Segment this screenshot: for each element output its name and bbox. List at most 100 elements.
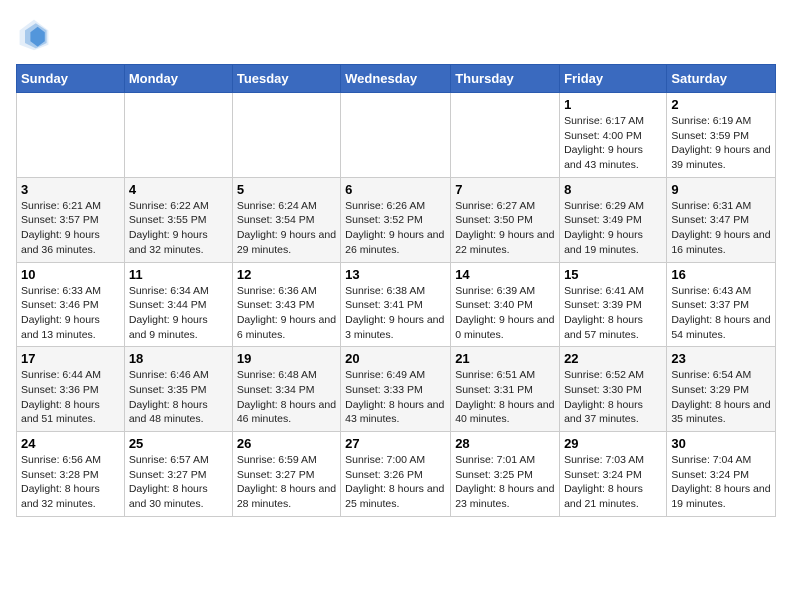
- calendar-cell: 28Sunrise: 7:01 AMSunset: 3:25 PMDayligh…: [451, 432, 560, 517]
- day-info: Sunrise: 6:49 AMSunset: 3:33 PMDaylight:…: [345, 368, 446, 427]
- calendar-cell: 14 Sunrise: 6:39 AMSunset: 3:40 PMDayligh…: [451, 262, 560, 347]
- day-info: Sunrise: 6:29 AMSunset: 3:49 PMDaylight:…: [564, 199, 662, 258]
- calendar-cell: [451, 93, 560, 178]
- day-number: 28: [455, 436, 555, 451]
- day-number: 15: [564, 267, 662, 282]
- calendar-week-1: 1 Sunrise: 6:17 AMSunset: 4:00 PMDaylight…: [17, 93, 776, 178]
- calendar-cell: [124, 93, 232, 178]
- day-info: Sunrise: 6:54 AMSunset: 3:29 PMDaylight:…: [671, 368, 771, 427]
- calendar-week-5: 24Sunrise: 6:56 AMSunset: 3:28 PMDayligh…: [17, 432, 776, 517]
- day-number: 6: [345, 182, 446, 197]
- day-number: 3: [21, 182, 120, 197]
- day-number: 18: [129, 351, 228, 366]
- day-number: 22: [564, 351, 662, 366]
- calendar-cell: 11 Sunrise: 6:34 AMSunset: 3:44 PMDayligh…: [124, 262, 232, 347]
- header-saturday: Saturday: [667, 65, 776, 93]
- calendar-week-4: 17 Sunrise: 6:44 AMSunset: 3:36 PMDayligh…: [17, 347, 776, 432]
- calendar-cell: 20 Sunrise: 6:49 AMSunset: 3:33 PMDayligh…: [341, 347, 451, 432]
- day-number: 8: [564, 182, 662, 197]
- day-number: 5: [237, 182, 336, 197]
- calendar-cell: 4Sunrise: 6:22 AMSunset: 3:55 PMDaylight…: [124, 177, 232, 262]
- day-info: Sunrise: 6:44 AMSunset: 3:36 PMDaylight:…: [21, 368, 120, 427]
- day-number: 23: [671, 351, 771, 366]
- day-info: Sunrise: 6:36 AMSunset: 3:43 PMDaylight:…: [237, 284, 336, 343]
- day-info: Sunrise: 6:34 AMSunset: 3:44 PMDaylight:…: [129, 284, 228, 343]
- page-header: [16, 16, 776, 52]
- day-number: 12: [237, 267, 336, 282]
- logo-icon: [16, 16, 52, 52]
- calendar-cell: 21 Sunrise: 6:51 AMSunset: 3:31 PMDayligh…: [451, 347, 560, 432]
- calendar-cell: 2 Sunrise: 6:19 AMSunset: 3:59 PMDaylight…: [667, 93, 776, 178]
- calendar-header-row: SundayMondayTuesdayWednesdayThursdayFrid…: [17, 65, 776, 93]
- day-number: 14: [455, 267, 555, 282]
- calendar-cell: 17 Sunrise: 6:44 AMSunset: 3:36 PMDayligh…: [17, 347, 125, 432]
- day-info: Sunrise: 6:38 AMSunset: 3:41 PMDaylight:…: [345, 284, 446, 343]
- day-number: 2: [671, 97, 771, 112]
- day-number: 1: [564, 97, 662, 112]
- calendar-cell: [232, 93, 340, 178]
- day-info: Sunrise: 6:31 AMSunset: 3:47 PMDaylight:…: [671, 199, 771, 258]
- day-number: 29: [564, 436, 662, 451]
- day-number: 9: [671, 182, 771, 197]
- day-number: 30: [671, 436, 771, 451]
- day-number: 13: [345, 267, 446, 282]
- day-number: 16: [671, 267, 771, 282]
- day-info: Sunrise: 6:41 AMSunset: 3:39 PMDaylight:…: [564, 284, 662, 343]
- calendar-cell: 30 Sunrise: 7:04 AMSunset: 3:24 PMDayligh…: [667, 432, 776, 517]
- calendar-cell: 5 Sunrise: 6:24 AMSunset: 3:54 PMDaylight…: [232, 177, 340, 262]
- day-info: Sunrise: 6:59 AMSunset: 3:27 PMDaylight:…: [237, 453, 336, 512]
- header-tuesday: Tuesday: [232, 65, 340, 93]
- calendar-cell: 3 Sunrise: 6:21 AMSunset: 3:57 PMDaylight…: [17, 177, 125, 262]
- calendar-cell: 8 Sunrise: 6:29 AMSunset: 3:49 PMDaylight…: [560, 177, 667, 262]
- day-number: 27: [345, 436, 446, 451]
- day-number: 19: [237, 351, 336, 366]
- day-info: Sunrise: 6:24 AMSunset: 3:54 PMDaylight:…: [237, 199, 336, 258]
- day-info: Sunrise: 6:51 AMSunset: 3:31 PMDaylight:…: [455, 368, 555, 427]
- calendar-cell: 6 Sunrise: 6:26 AMSunset: 3:52 PMDaylight…: [341, 177, 451, 262]
- day-number: 24: [21, 436, 120, 451]
- calendar-cell: 15 Sunrise: 6:41 AMSunset: 3:39 PMDayligh…: [560, 262, 667, 347]
- calendar-cell: 13 Sunrise: 6:38 AMSunset: 3:41 PMDayligh…: [341, 262, 451, 347]
- day-info: Sunrise: 6:52 AMSunset: 3:30 PMDaylight:…: [564, 368, 662, 427]
- logo: [16, 16, 56, 52]
- calendar-cell: 23 Sunrise: 6:54 AMSunset: 3:29 PMDayligh…: [667, 347, 776, 432]
- day-number: 25: [129, 436, 228, 451]
- day-info: Sunrise: 6:19 AMSunset: 3:59 PMDaylight:…: [671, 114, 771, 173]
- day-info: Sunrise: 6:43 AMSunset: 3:37 PMDaylight:…: [671, 284, 771, 343]
- calendar-cell: 7 Sunrise: 6:27 AMSunset: 3:50 PMDaylight…: [451, 177, 560, 262]
- header-sunday: Sunday: [17, 65, 125, 93]
- calendar-table: SundayMondayTuesdayWednesdayThursdayFrid…: [16, 64, 776, 517]
- calendar-cell: 12 Sunrise: 6:36 AMSunset: 3:43 PMDayligh…: [232, 262, 340, 347]
- day-info: Sunrise: 6:17 AMSunset: 4:00 PMDaylight:…: [564, 114, 662, 173]
- calendar-cell: 22 Sunrise: 6:52 AMSunset: 3:30 PMDayligh…: [560, 347, 667, 432]
- calendar-cell: 24Sunrise: 6:56 AMSunset: 3:28 PMDayligh…: [17, 432, 125, 517]
- calendar-cell: 9 Sunrise: 6:31 AMSunset: 3:47 PMDaylight…: [667, 177, 776, 262]
- calendar-cell: 25Sunrise: 6:57 AMSunset: 3:27 PMDayligh…: [124, 432, 232, 517]
- day-number: 11: [129, 267, 228, 282]
- day-info: Sunrise: 6:26 AMSunset: 3:52 PMDaylight:…: [345, 199, 446, 258]
- day-info: Sunrise: 6:21 AMSunset: 3:57 PMDaylight:…: [21, 199, 120, 258]
- day-info: Sunrise: 6:46 AMSunset: 3:35 PMDaylight:…: [129, 368, 228, 427]
- calendar-cell: 16 Sunrise: 6:43 AMSunset: 3:37 PMDayligh…: [667, 262, 776, 347]
- day-number: 26: [237, 436, 336, 451]
- header-thursday: Thursday: [451, 65, 560, 93]
- calendar-cell: 27 Sunrise: 7:00 AMSunset: 3:26 PMDayligh…: [341, 432, 451, 517]
- day-number: 20: [345, 351, 446, 366]
- day-number: 21: [455, 351, 555, 366]
- calendar-cell: [17, 93, 125, 178]
- day-info: Sunrise: 7:00 AMSunset: 3:26 PMDaylight:…: [345, 453, 446, 512]
- day-number: 17: [21, 351, 120, 366]
- header-wednesday: Wednesday: [341, 65, 451, 93]
- day-info: Sunrise: 6:39 AMSunset: 3:40 PMDaylight:…: [455, 284, 555, 343]
- day-info: Sunrise: 7:04 AMSunset: 3:24 PMDaylight:…: [671, 453, 771, 512]
- day-info: Sunrise: 6:33 AMSunset: 3:46 PMDaylight:…: [21, 284, 120, 343]
- day-info: Sunrise: 6:48 AMSunset: 3:34 PMDaylight:…: [237, 368, 336, 427]
- day-number: 7: [455, 182, 555, 197]
- header-monday: Monday: [124, 65, 232, 93]
- calendar-cell: 26 Sunrise: 6:59 AMSunset: 3:27 PMDayligh…: [232, 432, 340, 517]
- day-info: Sunrise: 7:03 AMSunset: 3:24 PMDaylight:…: [564, 453, 662, 512]
- calendar-week-3: 10Sunrise: 6:33 AMSunset: 3:46 PMDayligh…: [17, 262, 776, 347]
- header-friday: Friday: [560, 65, 667, 93]
- day-info: Sunrise: 6:27 AMSunset: 3:50 PMDaylight:…: [455, 199, 555, 258]
- calendar-cell: 1 Sunrise: 6:17 AMSunset: 4:00 PMDaylight…: [560, 93, 667, 178]
